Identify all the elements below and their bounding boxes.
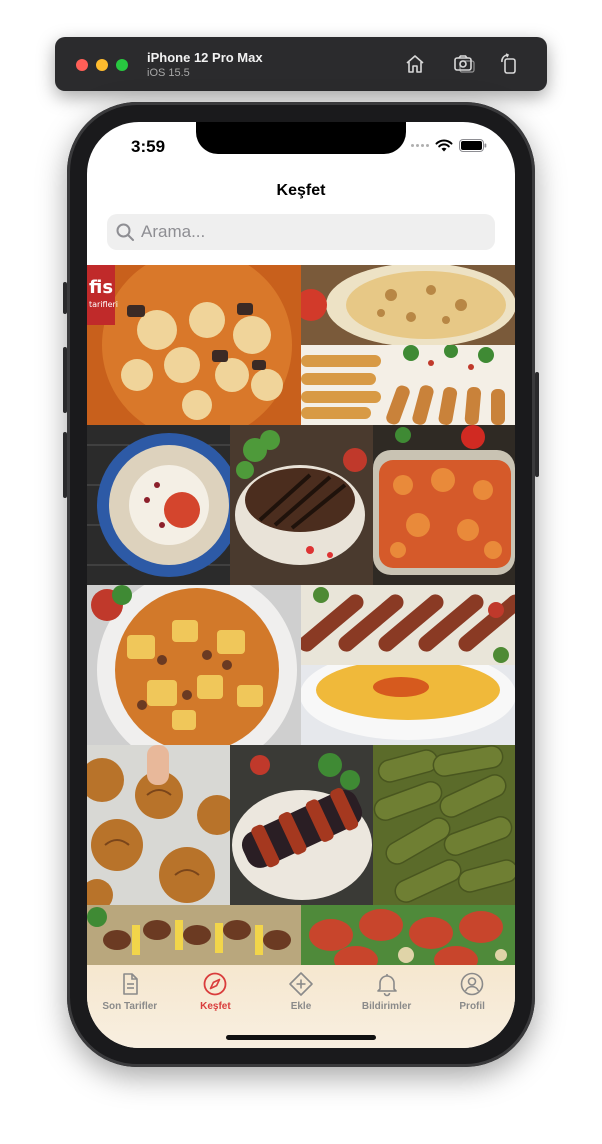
photo-grilled-steak[interactable] — [230, 425, 373, 585]
iphone-frame: 3:59 Keşfet Arama... fis tarifleri Son T… — [63, 102, 539, 1067]
notch — [196, 122, 406, 154]
profile-icon — [460, 972, 484, 996]
zoom-window-button[interactable] — [116, 59, 128, 71]
photo-baked-casserole[interactable] — [373, 425, 515, 585]
photo-stuffed-grape-leaves[interactable] — [373, 745, 515, 905]
rotate-icon[interactable] — [497, 52, 521, 76]
add-icon — [289, 972, 313, 996]
mute-switch — [63, 282, 67, 314]
partial-logo-text: fis — [89, 277, 113, 298]
photo-baked-cheese-dish[interactable] — [301, 265, 515, 345]
tab-son-tarifler[interactable]: Son Tarifler — [87, 965, 173, 1048]
tab-label: Profil — [459, 1001, 485, 1012]
close-window-button[interactable] — [76, 59, 88, 71]
page-title: Keşfet — [276, 182, 326, 199]
document-icon — [122, 973, 138, 995]
battery-icon — [459, 139, 487, 152]
photo-lentil-dumpling-soup[interactable]: fis tarifleri — [87, 265, 301, 425]
search-bar[interactable] — [107, 214, 495, 250]
search-icon — [116, 223, 134, 241]
bell-icon — [376, 974, 397, 997]
wifi-icon — [435, 139, 453, 152]
photo-lentil-soup[interactable] — [301, 665, 515, 745]
home-indicator[interactable] — [226, 1035, 376, 1040]
partial-logo-sub: tarifleri — [89, 300, 118, 309]
photo-yogurt-mezze-plate[interactable] — [87, 425, 230, 585]
tab-profil[interactable]: Profil — [429, 965, 515, 1048]
photo-cigar-rolls-yogurt[interactable] — [301, 345, 515, 425]
signal-dots-icon — [411, 144, 429, 147]
tab-label: Son Tarifler — [102, 1001, 158, 1012]
compass-icon — [203, 972, 227, 996]
status-time: 3:59 — [131, 137, 166, 156]
explore-photo-grid: fis tarifleri — [87, 265, 515, 965]
photo-meatball-tray[interactable] — [87, 905, 301, 965]
photo-kebab-skewers[interactable] — [301, 585, 515, 665]
home-icon[interactable] — [403, 52, 427, 76]
photo-meat-potato-stew[interactable] — [87, 585, 301, 745]
search-input[interactable] — [141, 222, 481, 242]
tab-label: Ekle — [290, 1001, 312, 1012]
volume-up-button — [63, 347, 67, 413]
power-button — [535, 372, 539, 477]
volume-down-button — [63, 432, 67, 498]
simulator-toolbar: iPhone 12 Pro Max iOS 15.5 — [55, 37, 547, 91]
app-screen: 3:59 Keşfet Arama... fis tarifleri Son T… — [87, 122, 515, 1048]
status-icons — [411, 139, 487, 152]
device-name: iPhone 12 Pro Max — [147, 50, 263, 65]
photo-eggplant-kebab[interactable] — [230, 745, 373, 905]
tab-label: Bildirimler — [361, 1001, 412, 1012]
os-version: iOS 15.5 — [147, 67, 190, 79]
photo-raw-kofte[interactable] — [301, 905, 515, 965]
photo-bread-rolls[interactable] — [87, 745, 230, 905]
tab-label: Keşfet — [200, 1001, 231, 1012]
minimize-window-button[interactable] — [96, 59, 108, 71]
screenshot-icon[interactable] — [452, 52, 476, 76]
